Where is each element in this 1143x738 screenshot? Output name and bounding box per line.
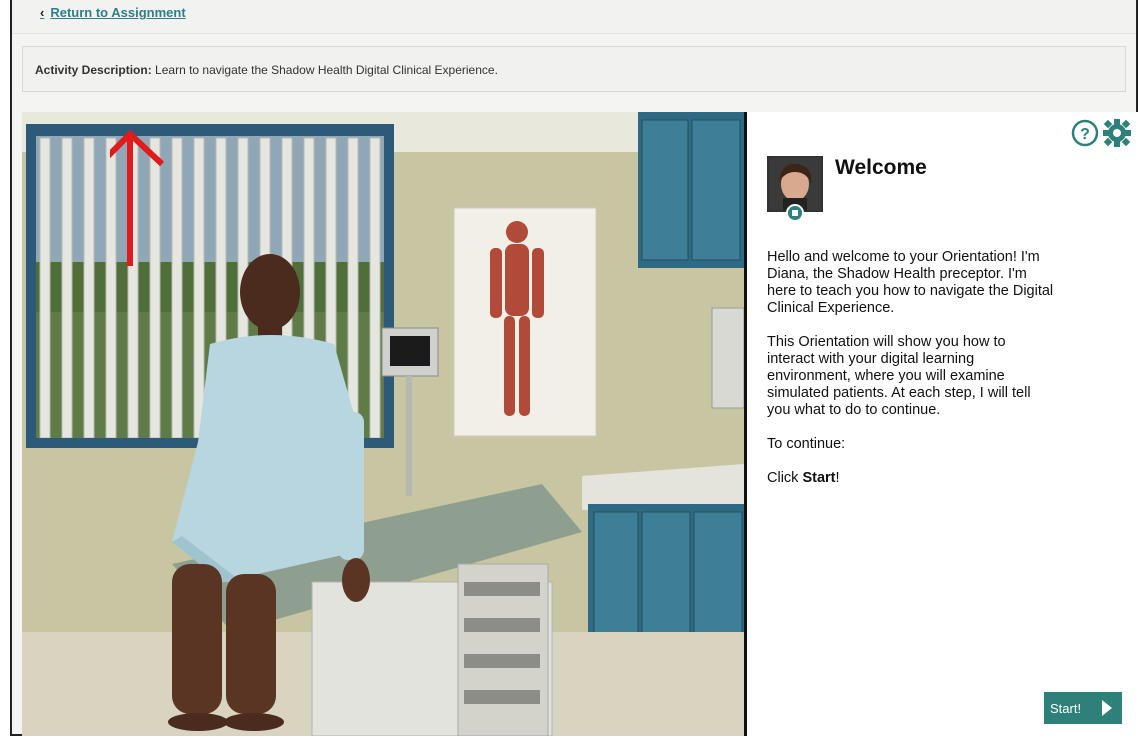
click-prefix: Click [767, 470, 803, 486]
activity-text: Learn to navigate the Shadow Health Digi… [155, 63, 498, 77]
paragraph-click-start: Click Start! [767, 470, 1057, 487]
exam-room-scene[interactable] [22, 112, 744, 736]
start-label: Start! [1050, 700, 1082, 716]
click-suffix: ! [835, 470, 840, 486]
app-frame: ‹ Return to Assignment Activity Descript… [10, 0, 1138, 736]
chevron-left-icon: ‹ [40, 5, 45, 20]
click-bold: Start [802, 470, 836, 486]
avatar-status-badge [786, 204, 804, 222]
paragraph-intro: Hello and welcome to your Orientation! I… [767, 249, 1054, 316]
help-icon[interactable]: ? [1070, 118, 1100, 148]
activity-description: Activity Description: Learn to navigate … [22, 46, 1126, 92]
start-button[interactable]: Start! [1044, 692, 1122, 724]
panel-title: Welcome [835, 156, 927, 179]
svg-text:?: ? [1080, 126, 1090, 143]
activity-label: Activity Description: [35, 63, 152, 77]
return-label: Return to Assignment [50, 5, 186, 20]
top-bar: ‹ Return to Assignment [12, 0, 1136, 34]
gear-icon[interactable] [1102, 118, 1132, 148]
preceptor-panel: ? Welcome Hello and welcome to your Orie… [744, 112, 1138, 736]
scene-illustration [22, 112, 744, 736]
return-to-assignment-link[interactable]: ‹ Return to Assignment [40, 5, 186, 20]
paragraph-to-continue: To continue: [767, 436, 846, 452]
paragraph-orientation: This Orientation will show you how to in… [767, 334, 1031, 418]
play-arrow-icon [1102, 700, 1112, 716]
panel-body: Hello and welcome to your Orientation! I… [767, 249, 1057, 504]
